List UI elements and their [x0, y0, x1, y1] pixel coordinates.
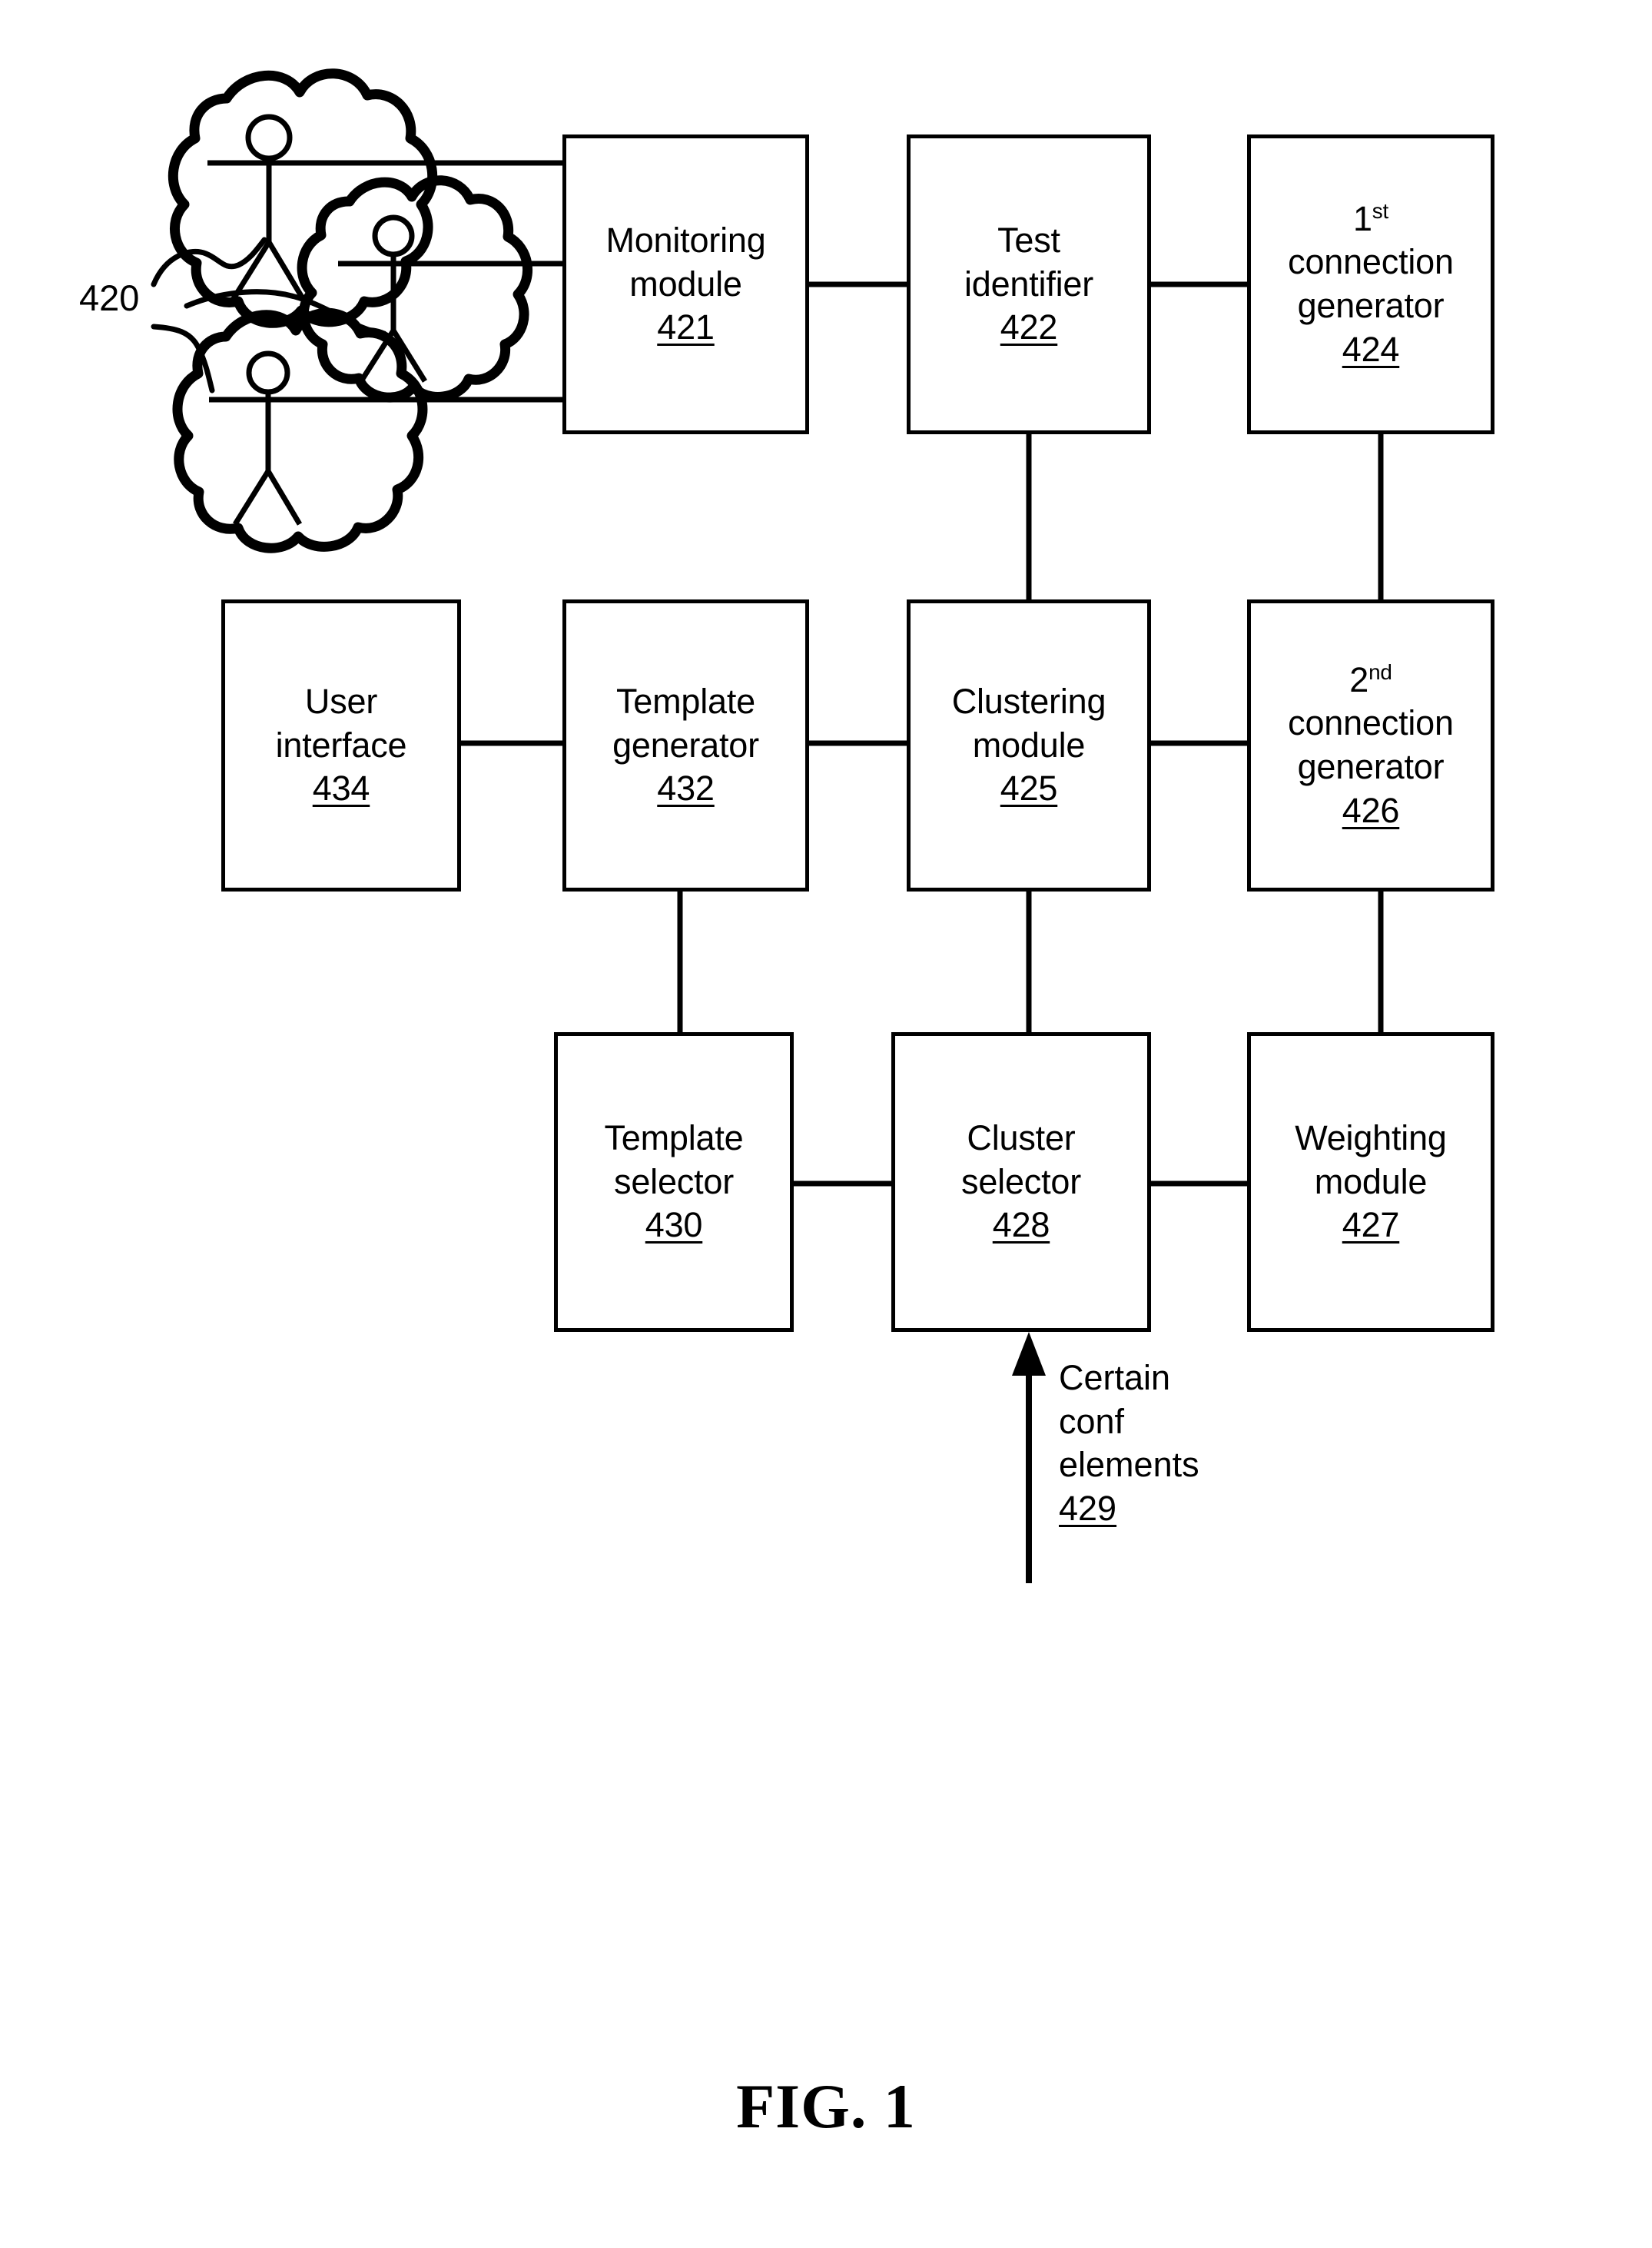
block-reference-numeral: 422 [1000, 307, 1058, 347]
block-reference-numeral: 426 [1342, 790, 1400, 830]
block-template-selector[interactable]: Template selector 430 [554, 1032, 794, 1332]
block-weighting-module[interactable]: Weighting module 427 [1247, 1032, 1494, 1332]
block-label-line-1: Weighting [1295, 1117, 1447, 1157]
block-label-line-2: selector [961, 1161, 1081, 1201]
conf-elements-annotation: Certain conf elements 429 [1059, 1356, 1199, 1531]
block-label-line-1: User [304, 681, 378, 721]
patent-figure: 420 Monitoring module 421 Test identifie… [0, 0, 1652, 2248]
conf-elements-line-3: elements [1059, 1445, 1199, 1485]
source-group-label: 420 [79, 277, 140, 318]
block-reference-numeral: 427 [1342, 1205, 1400, 1245]
block-label-line-1: Test [997, 220, 1060, 260]
block-label-line-1: connection [1288, 703, 1454, 743]
block-label-line-2: generator [612, 725, 759, 765]
block-reference-numeral: 425 [1000, 769, 1058, 809]
cloud-user-3 [172, 307, 428, 553]
block-label-line-1: Template [616, 681, 755, 721]
block-ordinal-label: 1st [1353, 198, 1388, 241]
block-label-line-2: interface [275, 725, 407, 765]
block-reference-numeral: 428 [992, 1205, 1050, 1245]
block-ordinal-number: 2 [1349, 659, 1369, 699]
block-label-line-2: module [972, 725, 1086, 765]
cloud-user-2 [297, 175, 532, 403]
block-label-line-2: generator [1297, 747, 1445, 786]
block-label-line-2: identifier [964, 264, 1094, 304]
block-reference-numeral: 430 [645, 1205, 703, 1245]
block-cluster-selector[interactable]: Cluster selector 428 [891, 1032, 1151, 1332]
block-label-line-2: generator [1297, 286, 1445, 325]
block-label-line-1: Monitoring [605, 220, 766, 260]
block-clustering-module[interactable]: Clustering module 425 [907, 599, 1151, 892]
block-reference-numeral: 434 [312, 769, 370, 809]
block-test-identifier[interactable]: Test identifier 422 [907, 134, 1151, 434]
block-reference-numeral: 421 [657, 307, 715, 347]
block-label-line-2: selector [614, 1161, 734, 1201]
figure-caption: FIG. 1 [736, 2071, 916, 2141]
block-ordinal-suffix: st [1372, 198, 1389, 223]
block-template-generator[interactable]: Template generator 432 [562, 599, 809, 892]
conf-elements-reference-numeral: 429 [1059, 1489, 1117, 1529]
block-label-line-1: connection [1288, 242, 1454, 282]
block-first-connection-generator[interactable]: 1st connection generator 424 [1247, 134, 1494, 434]
block-label-line-1: Template [604, 1117, 744, 1157]
block-user-interface[interactable]: User interface 434 [221, 599, 461, 892]
block-label-line-1: Clustering [951, 681, 1106, 721]
conf-elements-input-arrow [1012, 1332, 1046, 1583]
block-ordinal-number: 1 [1352, 198, 1372, 238]
block-label-line-2: module [629, 264, 742, 304]
conf-elements-line-2: conf [1059, 1401, 1125, 1441]
block-label-line-2: module [1314, 1161, 1428, 1201]
block-reference-numeral: 432 [657, 769, 715, 809]
block-ordinal-label: 2nd [1349, 659, 1392, 702]
block-monitoring-module[interactable]: Monitoring module 421 [562, 134, 809, 434]
block-second-connection-generator[interactable]: 2nd connection generator 426 [1247, 599, 1494, 892]
block-ordinal-suffix: nd [1368, 659, 1392, 684]
block-reference-numeral: 424 [1342, 329, 1400, 369]
conf-elements-line-1: Certain [1059, 1358, 1171, 1397]
block-label-line-1: Cluster [967, 1117, 1076, 1157]
